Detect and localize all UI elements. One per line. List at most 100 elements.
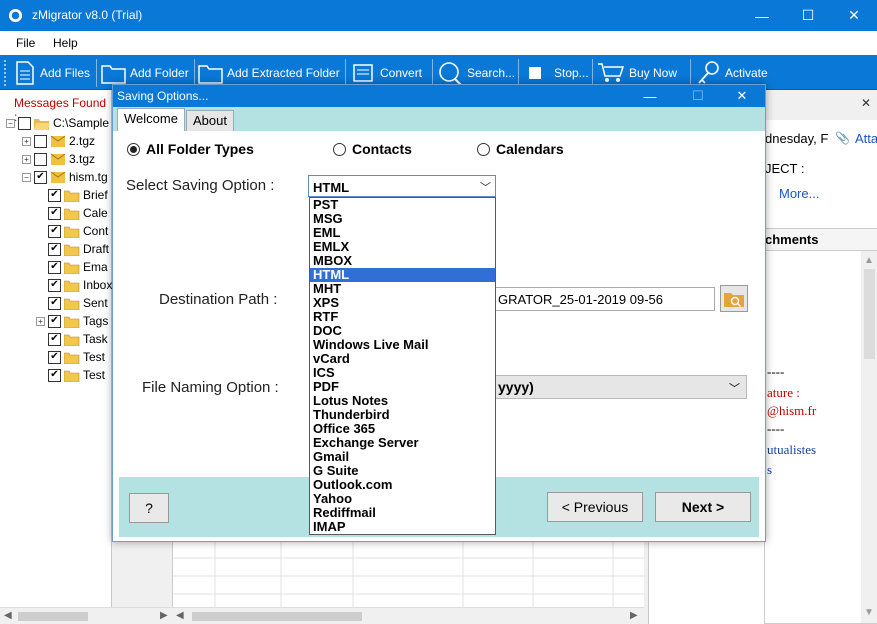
- tree-checkbox[interactable]: ✔: [48, 242, 61, 256]
- add-files-button[interactable]: Add Files: [14, 59, 90, 87]
- dropdown-option[interactable]: IMAP: [310, 520, 495, 534]
- tree-checkbox[interactable]: ✔: [48, 350, 61, 364]
- dropdown-option[interactable]: MHT: [310, 282, 495, 296]
- radio-all-folder-types[interactable]: All Folder Types: [127, 141, 254, 157]
- attachments-tab[interactable]: chments: [764, 228, 877, 250]
- dropdown-option[interactable]: Windows Live Mail: [310, 338, 495, 352]
- dropdown-option[interactable]: Gmail: [310, 450, 495, 464]
- tab-welcome[interactable]: Welcome: [117, 108, 185, 131]
- browse-folder-button[interactable]: [720, 285, 748, 312]
- tree-item[interactable]: ✔ Test: [48, 366, 105, 384]
- tree-checkbox[interactable]: ✔: [48, 278, 61, 292]
- tree-item[interactable]: ✔ Draft: [48, 240, 109, 258]
- expand-icon[interactable]: +: [22, 154, 31, 164]
- chevron-down-icon: ﹀: [480, 182, 491, 194]
- tree-item[interactable]: ✔ Ema: [48, 258, 108, 276]
- tree-checkbox[interactable]: ✔: [48, 296, 61, 310]
- dropdown-option[interactable]: Yahoo: [310, 492, 495, 506]
- dropdown-option[interactable]: HTML: [310, 268, 495, 282]
- add-folder-button[interactable]: Add Folder: [101, 59, 189, 87]
- tab-about[interactable]: About: [186, 110, 234, 131]
- dropdown-option[interactable]: XPS: [310, 296, 495, 310]
- attachment-link[interactable]: Atta: [855, 131, 877, 146]
- stop-button[interactable]: Stop...: [528, 59, 589, 87]
- preview-close-icon[interactable]: ✕: [861, 96, 871, 110]
- tree-item[interactable]: ✔ Sent: [48, 294, 108, 312]
- expand-icon[interactable]: +: [22, 136, 31, 146]
- dropdown-option[interactable]: G Suite: [310, 464, 495, 478]
- collapse-icon[interactable]: −: [6, 118, 15, 128]
- expand-icon[interactable]: +: [36, 316, 45, 326]
- tree-checkbox[interactable]: ✔: [48, 206, 61, 220]
- more-link[interactable]: More...: [779, 186, 819, 201]
- menu-help[interactable]: Help: [53, 36, 78, 50]
- folder-icon: [198, 65, 223, 84]
- destination-path-input[interactable]: GRATOR_25-01-2019 09-56: [493, 287, 715, 311]
- collapse-icon[interactable]: −: [22, 172, 31, 182]
- dropdown-option[interactable]: Thunderbird: [310, 408, 495, 422]
- radio-button[interactable]: [477, 142, 490, 156]
- tree-item-hism[interactable]: − ✔ hism.tg: [22, 168, 108, 186]
- dropdown-option[interactable]: PST: [310, 198, 495, 212]
- tree-checkbox[interactable]: ✔: [48, 332, 61, 346]
- radio-button-selected[interactable]: [127, 142, 140, 156]
- dropdown-option[interactable]: Outlook.com: [310, 478, 495, 492]
- tree-checkbox[interactable]: ✔: [48, 368, 61, 382]
- activate-button[interactable]: Activate: [697, 59, 768, 87]
- tree-item[interactable]: ✔ Task: [48, 330, 108, 348]
- body-vertical-scrollbar[interactable]: ▲ ▼: [861, 251, 877, 623]
- saving-option-select[interactable]: HTML ﹀: [308, 175, 496, 197]
- dropdown-option[interactable]: EMLX: [310, 240, 495, 254]
- tree-checkbox[interactable]: ✔: [34, 170, 47, 184]
- dropdown-option[interactable]: Lotus Notes: [310, 394, 495, 408]
- tree-checkbox[interactable]: [34, 152, 47, 166]
- maximize-button[interactable]: ☐: [785, 0, 831, 31]
- tree-root[interactable]: − C:\Sample: [6, 114, 109, 132]
- dropdown-option[interactable]: PDF: [310, 380, 495, 394]
- tree-item[interactable]: ✔ Inbox: [48, 276, 112, 294]
- dropdown-option[interactable]: Exchange Server: [310, 436, 495, 450]
- previous-button[interactable]: < Previous: [547, 492, 643, 522]
- radio-button[interactable]: [333, 142, 346, 156]
- grid-horizontal-scrollbar[interactable]: ◀ ▶: [172, 607, 644, 624]
- next-button[interactable]: Next >: [655, 492, 751, 522]
- tree-item[interactable]: ✔ Cont: [48, 222, 108, 240]
- tree-checkbox[interactable]: [34, 134, 47, 148]
- dialog-minimize-button[interactable]: —: [631, 85, 669, 107]
- dropdown-option[interactable]: Office 365: [310, 422, 495, 436]
- dropdown-option[interactable]: DOC: [310, 324, 495, 338]
- tree-checkbox[interactable]: ✔: [48, 314, 61, 328]
- tree-checkbox[interactable]: [18, 116, 31, 130]
- dropdown-option[interactable]: vCard: [310, 352, 495, 366]
- add-extracted-folder-button[interactable]: Add Extracted Folder: [198, 59, 340, 87]
- close-button[interactable]: ✕: [831, 0, 877, 31]
- body-dashes: ----: [767, 364, 785, 379]
- minimize-button[interactable]: —: [739, 0, 785, 31]
- tree-item[interactable]: + ✔ Tags: [36, 312, 108, 330]
- tree-checkbox[interactable]: ✔: [48, 260, 61, 274]
- tree-item[interactable]: ✔ Test: [48, 348, 105, 366]
- tree-checkbox[interactable]: ✔: [48, 188, 61, 202]
- radio-calendars[interactable]: Calendars: [477, 141, 564, 157]
- help-button[interactable]: ?: [129, 493, 169, 523]
- tree-item[interactable]: ✔ Cale: [48, 204, 108, 222]
- tree-horizontal-scrollbar[interactable]: ◀ ▶: [0, 607, 172, 624]
- dropdown-option[interactable]: Rediffmail: [310, 506, 495, 520]
- menu-file[interactable]: File: [16, 36, 35, 50]
- dropdown-option[interactable]: MBOX: [310, 254, 495, 268]
- dialog-close-button[interactable]: ✕: [723, 85, 761, 107]
- convert-button[interactable]: Convert: [352, 59, 422, 87]
- tree-item-2tgz[interactable]: + 2.tgz: [22, 132, 95, 150]
- buy-now-button[interactable]: Buy Now: [597, 59, 677, 87]
- search-button[interactable]: Search...: [437, 59, 515, 87]
- tree-item[interactable]: ✔ Brief: [48, 186, 108, 204]
- radio-contacts[interactable]: Contacts: [333, 141, 412, 157]
- dialog-maximize-button[interactable]: ☐: [679, 85, 717, 107]
- tree-item-3tgz[interactable]: + 3.tgz: [22, 150, 95, 168]
- file-naming-select[interactable]: yyyy) ﹀: [493, 375, 747, 399]
- dropdown-option[interactable]: MSG: [310, 212, 495, 226]
- dropdown-option[interactable]: EML: [310, 226, 495, 240]
- tree-checkbox[interactable]: ✔: [48, 224, 61, 238]
- dropdown-option[interactable]: RTF: [310, 310, 495, 324]
- dropdown-option[interactable]: ICS: [310, 366, 495, 380]
